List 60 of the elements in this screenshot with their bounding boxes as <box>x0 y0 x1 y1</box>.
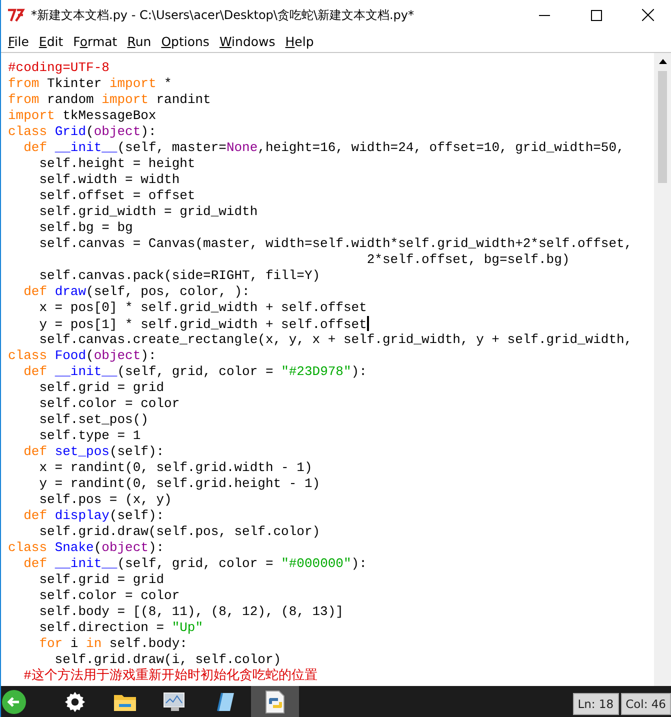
code-line: y = pos[1] * self.grid_width + self.offset <box>38 316 369 332</box>
code-line: self.grid_width = grid_width <box>38 204 258 220</box>
scrollbar[interactable] <box>654 53 671 686</box>
code-line: def display(self): <box>22 508 164 524</box>
menu-item[interactable]: Help <box>280 34 319 48</box>
code-line: self.canvas = Canvas(master, width=self.width*self.grid_width+2*self.offset, <box>38 236 632 252</box>
code-line: self.color = color <box>38 396 180 412</box>
code-line: self.grid = grid <box>38 380 164 396</box>
code-line: class Snake(object): <box>8 540 164 556</box>
code-line: #这个方法用于游戏重新开始时初始化贪吃蛇的位置 <box>22 668 318 684</box>
settings-icon <box>64 690 86 712</box>
code-line: def __init__(self, grid, color = "#23D978"): <box>22 364 367 380</box>
code-line: class Food(object): <box>8 348 156 364</box>
menu-item[interactable]: Format <box>68 34 122 48</box>
code-line: x = randint(0, self.grid.width - 1) <box>38 460 312 476</box>
code-line: self.bg = bg <box>38 220 133 236</box>
code-line: self.direction = "Up" <box>38 620 204 636</box>
code-line: self.height = height <box>38 156 196 172</box>
menu-item[interactable]: Run <box>122 34 156 48</box>
menu-item[interactable]: File <box>3 34 34 48</box>
code-line: self.body = [(8, 11), (8, 12), (8, 13)] <box>38 604 344 620</box>
code-line: from random import randint <box>8 92 211 108</box>
window-title: *新建文本文档.py - C:\Users\acer\Desktop\贪吃蛇\新建文本文档.py* <box>31 6 416 24</box>
notepad-icon <box>214 690 236 712</box>
code-line: x = pos[0] * self.grid_width + self.offset <box>38 300 367 316</box>
scroll-thumb[interactable] <box>658 71 667 183</box>
column-number-status: Col: 46 <box>620 693 671 715</box>
menu-item[interactable]: Options <box>156 34 214 48</box>
code-line: self.canvas.create_rectangle(x, y, x + self.grid_width, y + self.grid_width, <box>38 332 632 348</box>
code-line: self.offset = offset <box>38 188 196 204</box>
code-line: y = randint(0, self.grid.height - 1) <box>38 476 320 492</box>
code-line: self.color = color <box>38 588 180 604</box>
code-line: from Tkinter import * <box>8 76 172 92</box>
scroll-up-icon[interactable] <box>658 59 666 64</box>
code-line: self.grid = grid <box>38 572 164 588</box>
menu-item[interactable]: Windows <box>214 34 280 48</box>
line-number-status: Ln: 18 <box>572 693 619 715</box>
code-line: #coding=UTF-8 <box>8 60 110 76</box>
code-line: class Grid(object): <box>8 124 156 140</box>
monitor-icon <box>163 690 187 712</box>
code-line: def draw(self, pos, color, ): <box>22 284 250 300</box>
taskbar-button[interactable] <box>251 686 299 717</box>
code-line: import tkMessageBox <box>8 108 156 124</box>
menu-item[interactable]: Edit <box>34 34 68 48</box>
code-line: self.type = 1 <box>38 428 141 444</box>
feather-logo-icon <box>7 8 25 22</box>
code-line: self.grid.draw(self.pos, self.color) <box>38 524 320 540</box>
code-line: def __init__(self, grid, color = "#000000"): <box>22 556 367 572</box>
code-line: def __init__(self, master=None,height=16, width=24, offset=10, grid_width=50, <box>22 140 624 156</box>
code-line: 2*self.offset, bg=self.bg) <box>366 252 570 268</box>
code-line: self.grid.draw(i, self.color) <box>54 652 282 668</box>
maximize-icon <box>590 10 602 20</box>
code-line: self.pos = (x, y) <box>38 492 172 508</box>
code-line: self.canvas.pack(side=RIGHT, fill=Y) <box>38 268 320 284</box>
code-line: self.width = width <box>38 172 180 188</box>
code-line: self.set_pos() <box>38 412 148 428</box>
close-icon <box>642 9 654 21</box>
python-file-icon <box>264 690 286 714</box>
code-line: def set_pos(self): <box>22 444 164 460</box>
code-line: for i in self.body: <box>38 636 188 652</box>
